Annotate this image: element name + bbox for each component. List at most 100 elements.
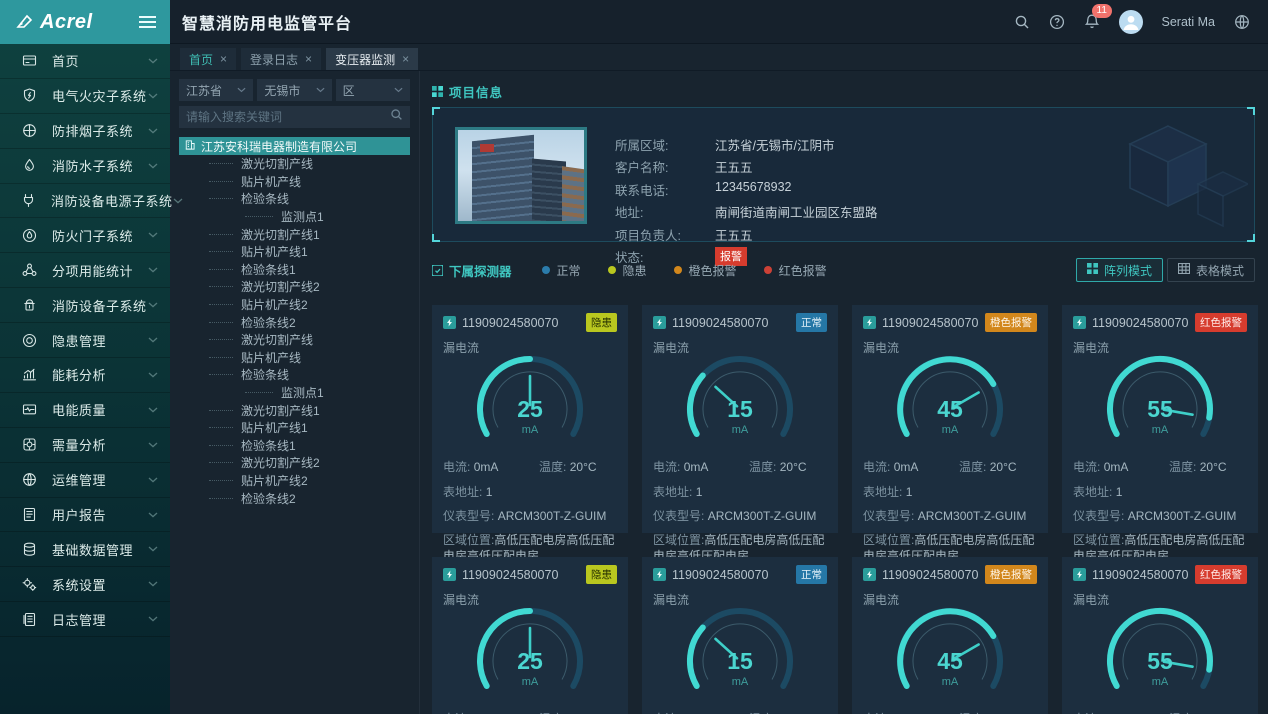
sidebar-item-electric-fire[interactable]: 电气火灾子系统 [0,79,170,114]
search-icon[interactable] [1014,14,1030,30]
svg-text:25: 25 [517,396,543,422]
tree-node[interactable]: 激光切割产线2 [179,278,410,296]
mode-button-table[interactable]: 表格模式 [1167,258,1255,282]
detector-card[interactable]: 11909024580070 隐患 漏电流 25mA 电流: 0mA 温度: 2… [432,305,628,533]
help-icon[interactable] [1049,14,1065,30]
table-mode-icon [1178,263,1190,277]
tree-node[interactable]: 贴片机产线2 [179,296,410,314]
close-tab-icon[interactable]: × [220,52,227,66]
tree-node-label: 贴片机产线 [241,173,301,190]
sidebar-item-settings[interactable]: 系统设置 [0,567,170,602]
tree-node-label: 贴片机产线2 [241,472,308,489]
sidebar-item-hazard[interactable]: 隐患管理 [0,323,170,358]
tree-node[interactable]: 激光切割产线1 [179,401,410,419]
sidebar-item-home[interactable]: 首页 [0,44,170,79]
detector-id: 11909024580070 [672,316,790,330]
tree-node[interactable]: 激光切割产线1 [179,225,410,243]
tree-node[interactable]: 激光切割产线 [179,331,410,349]
chevron-down-icon [394,87,403,93]
tree-node[interactable]: 贴片机产线1 [179,419,410,437]
notification-bell-icon[interactable]: 11 [1084,13,1100,30]
tree-node[interactable]: 检验条线 [179,190,410,208]
sidebar-item-database[interactable]: 基础数据管理 [0,532,170,567]
tree-node[interactable]: 贴片机产线 [179,173,410,191]
tree-node[interactable]: 激光切割产线 [179,155,410,173]
legend-dot [542,266,550,274]
detector-id: 11909024580070 [1092,568,1189,582]
field-temperature: 温度: 20°C [959,710,1017,714]
tree-node[interactable]: 检验条线1 [179,437,410,455]
chevron-down-icon [148,407,158,413]
sidebar-item-hydrant[interactable]: 消防设备子系统 [0,288,170,323]
chevron-down-icon [316,87,325,93]
tree-node[interactable]: 检验条线2 [179,489,410,507]
tree-node[interactable]: 贴片机产线1 [179,243,410,261]
main-content: 项目信息 所属区域: 江苏省/无锡市/江阴市 客户名称: 王五五 联系电话: [420,71,1268,714]
user-name[interactable]: Serati Ma [1162,15,1216,29]
mode-button-grid[interactable]: 阵列模式 [1076,258,1163,282]
sidebar-item-power-quality[interactable]: 电能质量 [0,393,170,428]
region-select-0[interactable]: 江苏省 [179,79,253,101]
card-header: 11909024580070 正常 [653,565,827,584]
tree-guide-line [245,392,273,393]
sidebar-item-fire-water[interactable]: 消防水子系统 [0,149,170,184]
detector-card[interactable]: 11909024580070 正常 漏电流 15mA 电流: 0mA 温度: 2… [642,557,838,714]
meter-icon [863,568,876,581]
chevron-down-icon [237,87,246,93]
sidebar-item-fire-door[interactable]: 防火门子系统 [0,218,170,253]
ops-icon [20,471,38,488]
tree-node[interactable]: 检验条线 [179,366,410,384]
tab-1[interactable]: 登录日志 × [241,48,321,70]
field-value: 王五五 [715,225,753,244]
tree-node[interactable]: 检验条线2 [179,313,410,331]
tree-node[interactable]: 检验条线1 [179,261,410,279]
tree-node[interactable]: 贴片机产线2 [179,472,410,490]
tree-node-label: 贴片机产线2 [241,296,308,313]
sidebar-item-power-supply[interactable]: 消防设备电源子系统 [0,184,170,219]
tree-guide-line [209,480,233,481]
chevron-down-icon [148,93,158,99]
tree-node-label: 贴片机产线 [241,349,301,366]
tab-0[interactable]: 首页 × [180,48,236,70]
sidebar-item-ops[interactable]: 运维管理 [0,463,170,498]
detector-card[interactable]: 11909024580070 隐患 漏电流 25mA 电流: 0mA 温度: 2… [432,557,628,714]
region-select-2[interactable]: 区 [336,79,410,101]
sidebar-item-smoke-control[interactable]: 防排烟子系统 [0,114,170,149]
detector-card[interactable]: 11909024580070 正常 漏电流 15mA 电流: 0mA 温度: 2… [642,305,838,533]
close-tab-icon[interactable]: × [402,52,409,66]
avatar[interactable] [1119,10,1143,34]
tree-node[interactable]: 贴片机产线 [179,349,410,367]
tree-guide-line [209,286,233,287]
report-icon [20,506,38,523]
detector-card[interactable]: 11909024580070 红色报警 漏电流 55mA 电流: 0mA 温度:… [1062,305,1258,533]
svg-text:55: 55 [1147,648,1173,674]
sidebar-item-label: 分项用能统计 [52,261,148,280]
region-select-1[interactable]: 无锡市 [257,79,331,101]
project-section-header: 项目信息 [432,82,1255,101]
tree-node[interactable]: 激光切割产线2 [179,454,410,472]
search-input[interactable] [186,110,390,124]
tab-2[interactable]: 变压器监测 × [326,48,418,70]
tree-node[interactable]: 监测点1 [179,208,410,226]
sidebar-item-energy-chart[interactable]: 能耗分析 [0,358,170,393]
chevron-down-icon [148,163,158,169]
language-globe-icon[interactable] [1234,14,1250,30]
tree-root-node[interactable]: 江苏安科瑞电器制造有限公司 [179,137,410,155]
detector-card[interactable]: 11909024580070 红色报警 漏电流 55mA 电流: 0mA 温度:… [1062,557,1258,714]
grid-mode-icon [1087,263,1098,277]
hamburger-menu-icon[interactable] [139,16,156,28]
sidebar-item-demand[interactable]: 需量分析 [0,428,170,463]
search-input-icon[interactable] [390,108,403,126]
legend-dot [674,266,682,274]
tree-node[interactable]: 监测点1 [179,384,410,402]
close-tab-icon[interactable]: × [305,52,312,66]
detector-card[interactable]: 11909024580070 橙色报警 漏电流 45mA 电流: 0mA 温度:… [852,305,1048,533]
detector-card[interactable]: 11909024580070 橙色报警 漏电流 45mA 电流: 0mA 温度:… [852,557,1048,714]
status-legend: 正常 隐患 橙色报警 红色报警 [542,262,827,279]
sidebar-item-logs[interactable]: 日志管理 [0,602,170,637]
tree-guide-line [245,216,273,217]
chevron-down-icon [148,581,158,587]
tab-label: 变压器监测 [335,51,395,68]
sidebar-item-energy-nodes[interactable]: 分项用能统计 [0,253,170,288]
sidebar-item-report[interactable]: 用户报告 [0,498,170,533]
